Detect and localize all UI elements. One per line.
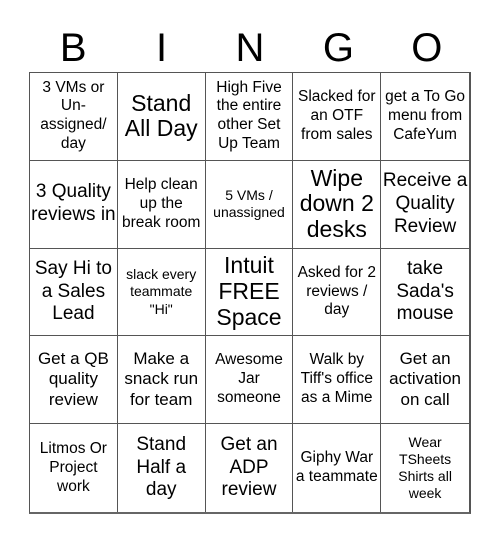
cell-text: Slacked for an OTF from sales: [298, 88, 376, 143]
cell-text: Receive a Quality Review: [382, 170, 468, 237]
bingo-cell[interactable]: Slacked for an OTF from sales: [293, 73, 382, 161]
cell-text: Awesome Jar someone: [215, 351, 283, 407]
bingo-cell[interactable]: Help clean up the break room: [117, 160, 206, 249]
cell-text: Intuit FREE Space: [216, 252, 282, 330]
cell-text: Stand All Day: [124, 89, 198, 142]
bingo-cell[interactable]: 3 Quality reviews in: [30, 160, 118, 249]
cell-text: Make a snack run for team: [124, 348, 199, 410]
bingo-cell[interactable]: High Five the entire other Set Up Team: [205, 73, 294, 161]
cell-text: get a To Go menu from CafeYum: [385, 88, 466, 143]
bingo-cell[interactable]: Asked for 2 reviews / day: [293, 248, 382, 337]
bingo-cell[interactable]: Giphy War a teammate: [293, 424, 382, 512]
bingo-cell[interactable]: 3 VMs or Un-assigned/ day: [30, 73, 118, 161]
cell-text: Say Hi to a Sales Lead: [34, 257, 112, 325]
bingo-grid: 3 VMs or Un-assigned/ day Stand All Day …: [29, 72, 471, 514]
cell-text: Asked for 2 reviews / day: [297, 263, 376, 319]
cell-text: 3 Quality reviews in: [31, 181, 116, 226]
cell-text: 3 VMs or Un-assigned/ day: [40, 78, 107, 153]
header-letter-n: N: [235, 26, 265, 70]
bingo-cell[interactable]: Walk by Tiff's office as a Mime: [293, 336, 382, 425]
header-letter-o: O: [411, 26, 443, 70]
cell-text: Giphy War a teammate: [295, 449, 378, 486]
bingo-cell[interactable]: Awesome Jar someone: [205, 336, 294, 425]
cell-text: Walk by Tiff's office as a Mime: [300, 351, 374, 407]
cell-text: Get a QB quality review: [37, 348, 109, 410]
cell-text: Get an activation on call: [389, 348, 461, 410]
bingo-cell[interactable]: Make a snack run for team: [117, 336, 206, 425]
bingo-cell[interactable]: Get an activation on call: [381, 336, 469, 425]
bingo-cell[interactable]: 5 VMs / unassigned: [205, 160, 294, 249]
cell-text: 5 VMs / unassigned: [213, 187, 285, 221]
bingo-cell[interactable]: Stand All Day: [117, 73, 206, 161]
cell-text: take Sada's mouse: [396, 257, 454, 325]
bingo-cell[interactable]: Receive a Quality Review: [381, 161, 469, 249]
bingo-cell-free-space[interactable]: Intuit FREE Space: [205, 248, 294, 337]
bingo-cell[interactable]: get a To Go menu from CafeYum: [381, 73, 469, 161]
cell-text: slack every teammate "Hi": [126, 266, 197, 317]
header-letter-b: B: [59, 26, 87, 70]
header-letter-g: G: [322, 26, 354, 70]
cell-text: Wipe down 2 desks: [299, 164, 374, 243]
bingo-cell[interactable]: Get an ADP review: [206, 424, 294, 512]
cell-text: Litmos Or Project work: [39, 439, 107, 495]
bingo-cell[interactable]: Wipe down 2 desks: [293, 160, 382, 249]
bingo-cell[interactable]: Wear TSheets Shirts all week: [381, 424, 469, 512]
bingo-cell[interactable]: slack every teammate "Hi": [117, 248, 206, 337]
cell-text: Wear TSheets Shirts all week: [398, 433, 452, 502]
cell-text: Get an ADP review: [220, 433, 278, 501]
cell-text: Stand Half a day: [136, 433, 187, 501]
bingo-cell[interactable]: Say Hi to a Sales Lead: [30, 248, 118, 337]
cell-text: High Five the entire other Set Up Team: [216, 78, 282, 153]
bingo-cell[interactable]: Litmos Or Project work: [30, 424, 118, 512]
bingo-cell[interactable]: Stand Half a day: [118, 424, 206, 512]
bingo-cell[interactable]: Get a QB quality review: [30, 336, 118, 425]
header-letter-i: I: [156, 26, 168, 70]
cell-text: Help clean up the break room: [121, 175, 201, 231]
bingo-header: B I N G O: [29, 24, 471, 72]
bingo-cell[interactable]: take Sada's mouse: [381, 249, 469, 337]
